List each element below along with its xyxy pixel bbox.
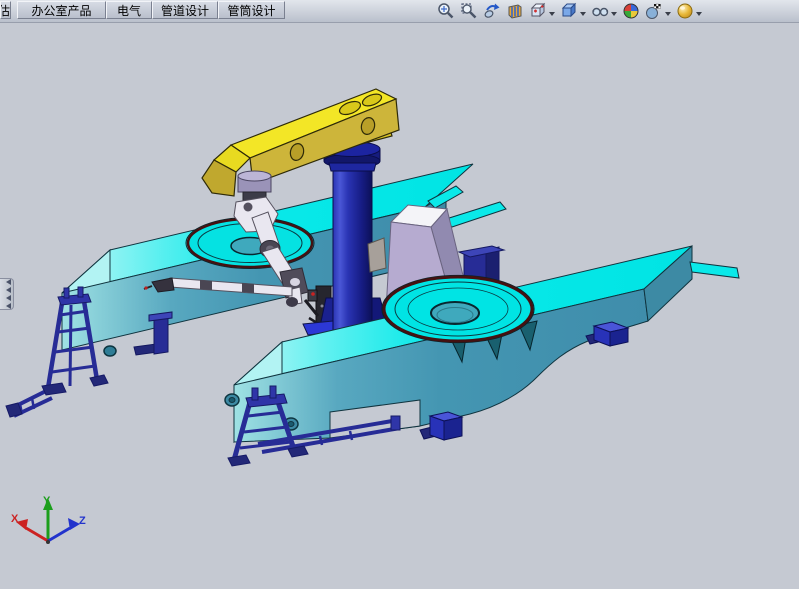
tab-piping-design[interactable]: 管道设计 <box>152 1 218 19</box>
section-view-icon[interactable] <box>506 2 524 20</box>
top-toolbar: 估 办公室产品 电气 管道设计 管筒设计 <box>0 0 799 23</box>
previous-view-icon[interactable] <box>483 2 501 20</box>
hide-show-items-icon[interactable] <box>591 2 609 20</box>
tab-electrical[interactable]: 电气 <box>106 1 152 19</box>
apply-scene-dropdown[interactable] <box>665 12 671 16</box>
heads-up-view-toolbar <box>437 2 702 20</box>
view-settings-dropdown[interactable] <box>696 12 702 16</box>
edit-appearance-icon[interactable] <box>622 2 640 20</box>
display-style-icon[interactable] <box>560 2 578 20</box>
collapse-arrow-icon <box>6 303 11 309</box>
tab-office-products[interactable]: 办公室产品 <box>17 1 106 19</box>
triad-x-label: X <box>11 513 19 525</box>
zoom-to-area-icon[interactable] <box>460 2 478 20</box>
zoom-to-fit-icon[interactable] <box>437 2 455 20</box>
collapse-arrow-icon <box>6 279 11 285</box>
view-orientation-dropdown[interactable] <box>549 12 555 16</box>
display-style-dropdown[interactable] <box>580 12 586 16</box>
triad-y-label: Y <box>43 495 51 507</box>
collapse-arrow-icon <box>6 295 11 301</box>
triad-z-label: Z <box>79 515 86 527</box>
feature-manager-collapsed-splitter[interactable] <box>0 278 14 310</box>
front-turntable-ring[interactable] <box>382 276 534 343</box>
viewport-3d[interactable]: X Y Z <box>0 0 799 589</box>
tab-evaluate-partial[interactable]: 估 <box>0 1 11 19</box>
tab-tubing-design[interactable]: 管筒设计 <box>218 1 285 19</box>
hide-show-items-dropdown[interactable] <box>611 12 617 16</box>
collapse-arrow-icon <box>6 287 11 293</box>
solidworks-window: { "window": { "viewport_bg": "#c5c9d2", … <box>0 0 799 589</box>
apply-scene-icon[interactable] <box>645 2 663 20</box>
view-orientation-icon[interactable] <box>529 2 547 20</box>
view-settings-icon[interactable] <box>676 2 694 20</box>
